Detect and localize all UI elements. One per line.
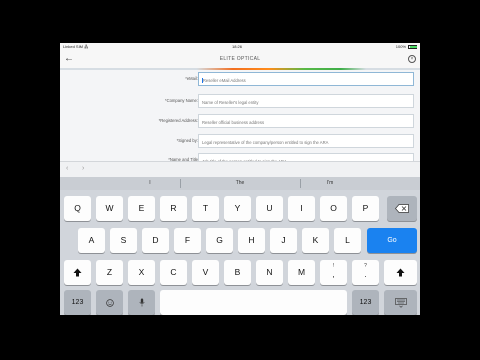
key-question-label: ? [364,263,367,269]
shift-key-right[interactable] [384,260,417,285]
key-question-period[interactable]: ? . [352,260,379,285]
key-j[interactable]: J [270,228,297,253]
signed-by-field[interactable]: Legal representative of the company/pers… [198,134,414,148]
key-y[interactable]: Y [224,196,251,221]
key-v[interactable]: V [192,260,219,285]
registered-address-field[interactable]: Reseller official business address [198,114,414,128]
signed-by-placeholder: Legal representative of the company/pers… [202,139,329,145]
key-o[interactable]: O [320,196,347,221]
email-label: *eMail: [185,76,198,81]
carrier-label: Linked SIM ⁂ [63,44,89,49]
keyboard-accessory-bar: ‹ › [60,161,420,177]
navigation-bar: ← ELITE OPTICAL × [60,50,420,68]
emoji-key[interactable] [96,290,123,315]
microphone-icon [138,298,145,307]
key-a[interactable]: A [78,228,105,253]
chevron-right-icon[interactable]: › [82,165,84,172]
battery-percent: 100% [395,44,406,49]
hide-keyboard-key[interactable] [384,290,417,315]
shift-key-left[interactable] [64,260,91,285]
key-s[interactable]: S [110,228,137,253]
ipad-screen: Linked SIM ⁂ 18:26 100% ← ELITE OPTICAL … [60,43,420,315]
form-row-company: *Company Name: Name of Reseller's legal … [60,92,420,110]
space-bar[interactable] [160,290,347,315]
backspace-icon [395,204,409,214]
close-circle-icon[interactable]: × [408,55,416,63]
go-button[interactable]: Go [367,228,417,253]
numbers-key-right[interactable]: 123 [352,290,379,315]
key-period-label: . [364,270,367,279]
key-u[interactable]: U [256,196,283,221]
key-p[interactable]: P [352,196,379,221]
key-k[interactable]: K [302,228,329,253]
registered-address-placeholder: Reseller official business address [202,119,265,125]
dictation-key[interactable] [128,290,155,315]
key-i[interactable]: I [288,196,315,221]
key-comma-label: , [332,270,335,279]
form-row-email: *eMail: Reseller eMail Address [60,70,420,88]
registered-address-label: *Registered Address: [158,118,198,123]
key-w[interactable]: W [96,196,123,221]
key-l[interactable]: L [334,228,361,253]
key-z[interactable]: Z [96,260,123,285]
suggestion-3[interactable]: I'm [270,177,390,190]
key-n[interactable]: N [256,260,283,285]
chevron-left-icon[interactable]: ‹ [66,165,68,172]
backspace-key[interactable] [387,196,417,221]
company-name-field[interactable]: Name of Reseller's legal entity [198,94,414,108]
battery-icon [408,44,417,49]
page-title: ELITE OPTICAL [219,56,261,62]
emoji-icon [105,298,114,307]
email-placeholder: Reseller eMail Address [202,77,246,83]
key-g[interactable]: G [206,228,233,253]
key-c[interactable]: C [160,260,187,285]
signed-by-label: *Signed by: [176,138,198,143]
key-exclaim-label: ! [332,263,335,269]
key-d[interactable]: D [142,228,169,253]
shift-arrow-icon [396,268,405,277]
key-b[interactable]: B [224,260,251,285]
onscreen-keyboard: I The I'm Q W E R T Y U I O P A S D F G … [60,177,420,315]
status-bar: Linked SIM ⁂ 18:26 100% [60,43,420,50]
shift-arrow-icon [73,268,82,277]
hide-keyboard-icon [394,297,407,308]
key-r[interactable]: R [160,196,187,221]
form-row-signed-by: *Signed by: Legal representative of the … [60,132,420,150]
numbers-key-left[interactable]: 123 [64,290,91,315]
company-name-placeholder: Name of Reseller's legal entity [202,99,259,105]
key-h[interactable]: H [238,228,265,253]
key-t[interactable]: T [192,196,219,221]
suggestion-bar: I The I'm [60,177,420,190]
key-exclaim-comma[interactable]: ! , [320,260,347,285]
key-q[interactable]: Q [64,196,91,221]
key-x[interactable]: X [128,260,155,285]
key-m[interactable]: M [288,260,315,285]
key-f[interactable]: F [174,228,201,253]
clock: 18:26 [232,44,243,49]
form-row-address: *Registered Address: Reseller official b… [60,112,420,130]
key-e[interactable]: E [128,196,155,221]
email-field[interactable]: Reseller eMail Address [198,72,414,86]
company-name-label: *Company Name: [164,98,198,103]
